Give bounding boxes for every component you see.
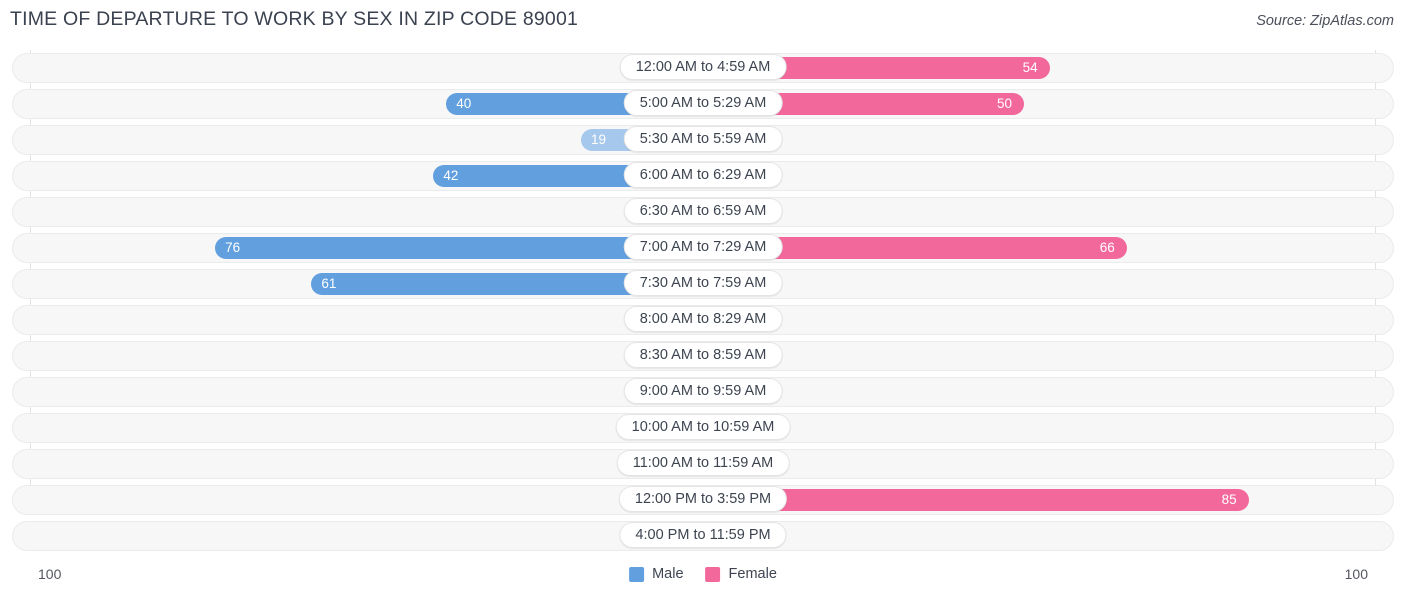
legend-item-female[interactable]: Female (705, 566, 777, 582)
category-label: 12:00 PM to 3:59 PM (618, 486, 788, 512)
male-value-label: 42 (443, 168, 459, 183)
legend-swatch-icon (705, 566, 721, 582)
bar-row: 05412:00 AM to 4:59 AM (0, 50, 1406, 86)
bar-row: 0011:00 AM to 11:59 AM (0, 446, 1406, 482)
bar-row: 004:00 PM to 11:59 PM (0, 518, 1406, 554)
chart-legend: Male Female (629, 566, 777, 582)
category-label: 6:30 AM to 6:59 AM (623, 198, 783, 224)
male-value-label: 61 (321, 276, 337, 291)
male-value-label: 76 (225, 240, 241, 255)
male-value-label: 40 (456, 96, 472, 111)
bar-rows: 05412:00 AM to 4:59 AM40505:00 AM to 5:2… (0, 50, 1406, 554)
legend-label: Male (652, 566, 684, 582)
category-label: 9:00 AM to 9:59 AM (623, 378, 783, 404)
legend-item-male[interactable]: Male (629, 566, 684, 582)
bar-row: 40 50 5:00 AM to 5:29 AM (0, 86, 1406, 122)
category-label: 7:00 AM to 7:29 AM (623, 234, 783, 260)
female-value-label: 66 (1099, 240, 1115, 255)
axis-max-left: 100 (38, 566, 62, 582)
bar-row: 009:00 AM to 9:59 AM (0, 374, 1406, 410)
category-label: 6:00 AM to 6:29 AM (623, 162, 783, 188)
bar-row: 106:30 AM to 6:59 AM (0, 194, 1406, 230)
page-title: TIME OF DEPARTURE TO WORK BY SEX IN ZIP … (10, 8, 579, 30)
female-value-label: 85 (1221, 492, 1237, 507)
category-label: 5:00 AM to 5:29 AM (623, 90, 783, 116)
category-label: 12:00 AM to 4:59 AM (619, 54, 787, 80)
legend-label: Female (728, 566, 777, 582)
female-value-label: 50 (996, 96, 1012, 111)
bar-row: 4206:00 AM to 6:29 AM (0, 158, 1406, 194)
bar-row: 1905:30 AM to 5:59 AM (0, 122, 1406, 158)
category-label: 11:00 AM to 11:59 AM (616, 450, 790, 476)
legend-swatch-icon (629, 566, 645, 582)
plot-area: 05412:00 AM to 4:59 AM40505:00 AM to 5:2… (0, 50, 1406, 556)
source-attribution: Source: ZipAtlas.com (1256, 13, 1394, 29)
female-value-label: 54 (1022, 60, 1038, 75)
axis-max-right: 100 (1344, 566, 1368, 582)
category-label: 10:00 AM to 10:59 AM (615, 414, 791, 440)
bar-row: 0010:00 AM to 10:59 AM (0, 410, 1406, 446)
category-label: 4:00 PM to 11:59 PM (619, 522, 787, 548)
chart-root: TIME OF DEPARTURE TO WORK BY SEX IN ZIP … (0, 0, 1406, 594)
bar-row: 76 66 7:00 AM to 7:29 AM (0, 230, 1406, 266)
male-value-label: 19 (591, 132, 607, 147)
category-label: 7:30 AM to 7:59 AM (623, 270, 783, 296)
category-label: 8:00 AM to 8:29 AM (623, 306, 783, 332)
category-label: 5:30 AM to 5:59 AM (623, 126, 783, 152)
bar-row: 008:30 AM to 8:59 AM (0, 338, 1406, 374)
category-label: 8:30 AM to 8:59 AM (623, 342, 783, 368)
bar-row: 098:00 AM to 8:29 AM (0, 302, 1406, 338)
bar-row: 6107:30 AM to 7:59 AM (0, 266, 1406, 302)
bar-row: 08512:00 PM to 3:59 PM (0, 482, 1406, 518)
